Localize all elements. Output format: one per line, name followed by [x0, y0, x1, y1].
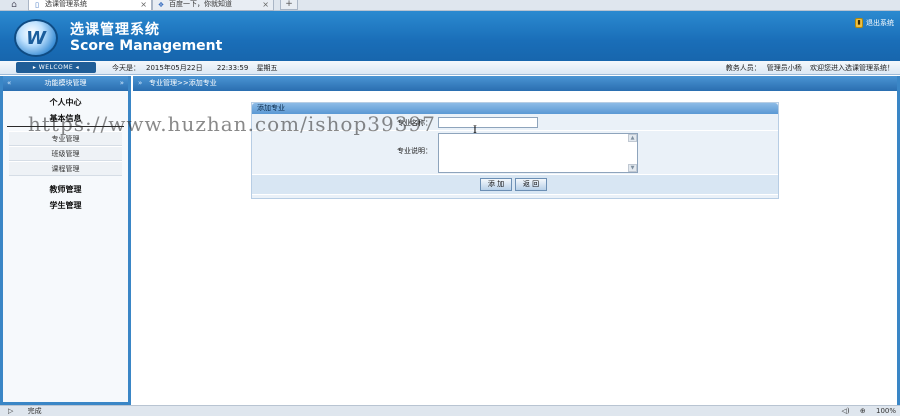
user-info: 教务人员： 管理员小杨 欢迎您进入选课管理系统！ [714, 61, 894, 75]
double-arrow-icon: » [138, 79, 143, 87]
sidebar-item-class-management[interactable]: 班级管理 [9, 146, 122, 161]
speaker-icon[interactable]: ◁) [842, 407, 850, 415]
submenu-basic-info: 专业管理 班级管理 课程管理 [9, 131, 122, 176]
lock-icon: ▮ [855, 18, 863, 28]
watermark: https://www.huzhan.com/ishop39397 [28, 112, 436, 136]
major-name-input[interactable] [438, 117, 538, 128]
status-bar: ▸ WELCOME ◂ 今天是： 2015年05月22日 22:33:59 星期五… [0, 61, 900, 75]
weekday: 星期五 [256, 64, 278, 72]
major-desc-label: 专业说明： [397, 147, 432, 155]
user-label: 教务人员： 管理员小杨 [725, 64, 802, 72]
sidebar-item-teacher-management[interactable]: 教师管理 [3, 182, 128, 198]
sidebar-title-text: 功能模块管理 [44, 79, 87, 87]
double-arrow-icon: « [7, 79, 12, 87]
current-time: 22:33:59 [216, 64, 249, 72]
status-left: ▷ 完成 [8, 406, 54, 416]
sidebar-title: « 功能模块管理 » [3, 76, 128, 91]
browser-status-bar: ▷ 完成 ◁) ⊕ 100% [0, 405, 900, 416]
button-row: 添 加 返 回 [252, 175, 778, 195]
welcome-text: WELCOME [38, 64, 74, 71]
back-button[interactable]: 返 回 [515, 178, 547, 191]
app-title-cn: 选课管理系统 [70, 22, 160, 38]
scroll-down-arrow[interactable]: ▼ [628, 164, 637, 172]
new-tab-button[interactable]: + [280, 0, 298, 10]
page-load-icon: ▷ [8, 407, 14, 415]
sidebar-item-personal-center[interactable]: 个人中心 [3, 95, 128, 111]
sidebar-item-student-management[interactable]: 学生管理 [3, 198, 128, 214]
today-label: 今天是： 2015年05月22日 [112, 64, 203, 72]
scroll-up-arrow[interactable]: ▲ [628, 134, 637, 142]
add-button[interactable]: 添 加 [480, 178, 512, 191]
logout-link[interactable]: ▮ 退出系统 [855, 17, 894, 29]
text-cursor-icon: I [473, 125, 477, 136]
browser-tab-active[interactable]: ▯ 选课管理系统 × [28, 0, 152, 11]
app-title-en: Score Management [70, 38, 223, 54]
welcome-badge: ▸ WELCOME ◂ [16, 62, 96, 73]
logout-label: 退出系统 [866, 19, 894, 27]
double-arrow-icon: » [119, 79, 124, 87]
breadcrumb-text: 专业管理>>添加专业 [149, 79, 217, 87]
browser-tab-bar: ⌂ ▯ 选课管理系统 × ❖ 百度一下，你就知道 × + [0, 0, 900, 11]
sidebar-item-course-management[interactable]: 课程管理 [9, 161, 122, 176]
tab-title: 百度一下，你就知道 [169, 0, 232, 8]
close-icon[interactable]: × [140, 0, 147, 10]
status-text: 完成 [27, 407, 42, 415]
app-header: W 选课管理系统 Score Management ▮ 退出系统 [0, 11, 900, 61]
browser-tab-baidu[interactable]: ❖ 百度一下，你就知道 × [152, 0, 274, 11]
logo-letter: W [26, 28, 46, 49]
app-logo: W [14, 19, 58, 57]
zoom-level[interactable]: 100% [876, 407, 896, 415]
status-right: ◁) ⊕ 100% [834, 406, 896, 416]
tab-title: 选课管理系统 [45, 0, 87, 8]
page-icon: ▯ [35, 1, 39, 9]
breadcrumb: » 专业管理>>添加专业 [133, 76, 897, 91]
greeting: 欢迎您进入选课管理系统！ [810, 64, 894, 72]
today-info: 今天是： 2015年05月22日 22:33:59 星期五 [112, 61, 284, 75]
major-desc-textarea[interactable] [438, 133, 638, 173]
download-icon[interactable]: ⊕ [860, 407, 866, 415]
close-icon[interactable]: × [262, 0, 269, 10]
baidu-icon: ❖ [157, 1, 165, 9]
sidebar-menu: 个人中心 基本信息 专业管理 班级管理 课程管理 教师管理 学生管理 [3, 91, 128, 214]
home-icon[interactable]: ⌂ [8, 0, 20, 11]
desc-row: 专业说明： ▲ ▼ [252, 131, 778, 175]
